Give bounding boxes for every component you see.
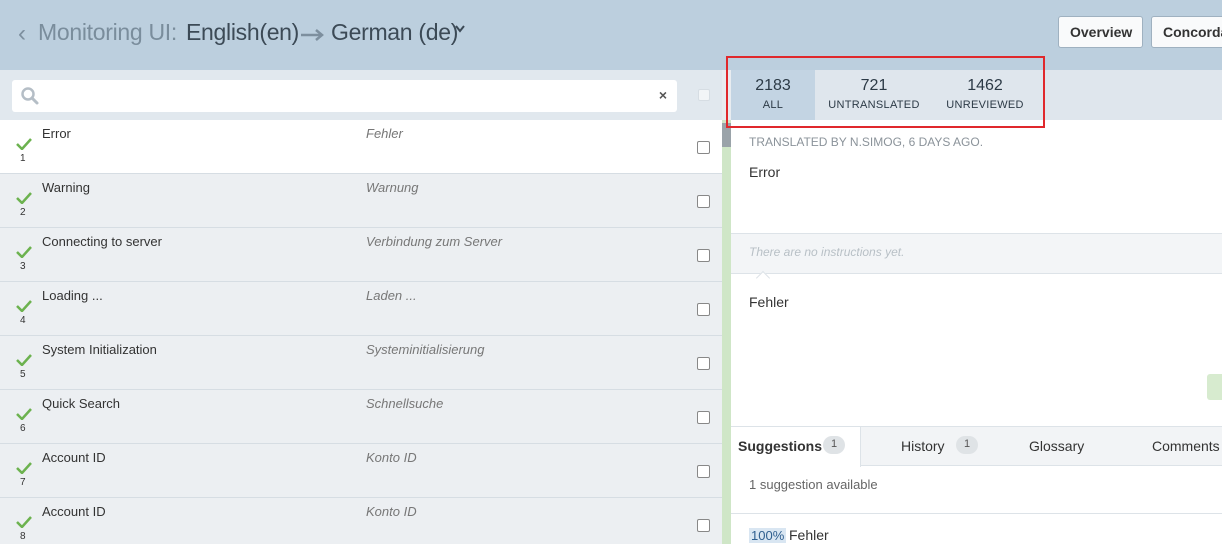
segment-number: 7 — [20, 477, 26, 488]
segment-target: Systeminitialisierung — [366, 342, 485, 357]
check-icon — [16, 246, 32, 258]
segment-number: 5 — [20, 369, 26, 380]
segment-source: Account ID — [42, 450, 106, 465]
segment-target: Konto ID — [366, 504, 417, 519]
segment-row[interactable]: 8 Account ID Konto ID — [0, 498, 722, 544]
segment-number: 1 — [20, 153, 26, 164]
segment-row[interactable]: 2 Warning Warnung — [0, 174, 722, 228]
segment-target: Schnellsuche — [366, 396, 444, 411]
chevron-left-icon[interactable]: ‹ — [18, 20, 26, 48]
segment-source: Account ID — [42, 504, 106, 519]
segment-list: 1 Error Fehler 2 Warning Warnung 3 Conne… — [0, 120, 722, 544]
overview-button[interactable]: Overview — [1058, 16, 1143, 48]
segment-checkbox[interactable] — [697, 519, 710, 532]
segment-row[interactable]: 3 Connecting to server Verbindung zum Se… — [0, 228, 722, 282]
suggestions-count-text: 1 suggestion available — [749, 477, 878, 492]
concordance-button[interactable]: Concordance — [1151, 16, 1222, 48]
segment-number: 2 — [20, 207, 26, 218]
source-language: English(en) — [186, 19, 300, 45]
arrow-right-icon — [301, 29, 324, 41]
chevron-down-icon[interactable] — [454, 22, 466, 36]
select-all-checkbox[interactable] — [698, 89, 710, 101]
segment-target: Warnung — [366, 180, 419, 195]
segment-checkbox[interactable] — [697, 141, 710, 154]
tab-history-label: History — [901, 438, 945, 454]
instructions-text: There are no instructions yet. — [749, 245, 905, 259]
divider — [731, 513, 1222, 514]
tab-suggestions[interactable]: Suggestions 1 — [731, 427, 861, 467]
detail-source-text: Error — [749, 164, 781, 180]
tab-suggestions-label: Suggestions — [738, 438, 823, 454]
check-icon — [16, 300, 32, 312]
segment-source: Warning — [42, 180, 90, 195]
segment-row[interactable]: 5 System Initialization Systeminitialisi… — [0, 336, 722, 390]
check-icon — [16, 354, 32, 366]
segment-row[interactable]: 6 Quick Search Schnellsuche — [0, 390, 722, 444]
segment-checkbox[interactable] — [697, 411, 710, 424]
translation-meta: TRANSLATED BY N.SIMOG, 6 DAYS AGO. — [749, 135, 984, 149]
segment-checkbox[interactable] — [697, 195, 710, 208]
clear-search-icon[interactable]: × — [659, 87, 667, 103]
check-icon — [16, 462, 32, 474]
project-title: Monitoring UI: — [38, 19, 177, 45]
check-icon — [16, 516, 32, 528]
segment-source: Connecting to server — [42, 234, 162, 249]
segment-target: Konto ID — [366, 450, 417, 465]
segment-source: Quick Search — [42, 396, 121, 411]
check-icon — [16, 138, 32, 150]
tab-glossary-label: Glossary — [1029, 438, 1085, 454]
segment-target: Fehler — [366, 126, 403, 141]
tab-comments-label: Comments — [1152, 438, 1220, 454]
tab-comments[interactable]: Comments — [1119, 427, 1222, 466]
check-icon — [16, 408, 32, 420]
suggestion-match-badge: 100% — [749, 528, 787, 543]
segment-number: 3 — [20, 261, 26, 272]
segment-row[interactable]: 4 Loading ... Laden ... — [0, 282, 722, 336]
segment-checkbox[interactable] — [697, 303, 710, 316]
suggestions-badge: 1 — [823, 436, 845, 454]
search-icon — [21, 87, 39, 105]
segment-source: Loading ... — [42, 288, 103, 303]
highlight-box — [726, 56, 1045, 128]
segment-target: Verbindung zum Server — [366, 234, 503, 249]
pane-splitter[interactable] — [722, 120, 731, 544]
segment-detail: TRANSLATED BY N.SIMOG, 6 DAYS AGO. Error… — [731, 120, 1222, 544]
check-icon — [16, 192, 32, 204]
history-badge: 1 — [956, 436, 978, 454]
segment-target: Laden ... — [366, 288, 417, 303]
search-box[interactable]: × — [12, 80, 677, 112]
segment-checkbox[interactable] — [697, 465, 710, 478]
translation-editor[interactable]: Fehler — [749, 294, 789, 310]
segment-source: Error — [42, 126, 71, 141]
segment-source: System Initialization — [42, 342, 157, 357]
divider — [731, 273, 1222, 274]
segment-number: 8 — [20, 531, 26, 542]
tab-glossary[interactable]: Glossary — [989, 427, 1119, 466]
search-row: × — [0, 70, 722, 120]
target-language[interactable]: German (de) — [331, 19, 458, 46]
tab-history[interactable]: History 1 — [861, 427, 989, 466]
suggestion-text[interactable]: Fehler — [789, 527, 829, 543]
segment-row[interactable]: 1 Error Fehler — [0, 120, 722, 174]
segment-number: 6 — [20, 423, 26, 434]
segment-row[interactable]: 7 Account ID Konto ID — [0, 444, 722, 498]
instructions-panel: There are no instructions yet. — [731, 234, 1222, 273]
search-input[interactable] — [48, 84, 648, 108]
segment-checkbox[interactable] — [697, 357, 710, 370]
save-button[interactable] — [1207, 374, 1222, 400]
segment-checkbox[interactable] — [697, 249, 710, 262]
segment-number: 4 — [20, 315, 26, 326]
detail-tabs: Suggestions 1 History 1 Glossary Comment… — [731, 426, 1222, 467]
